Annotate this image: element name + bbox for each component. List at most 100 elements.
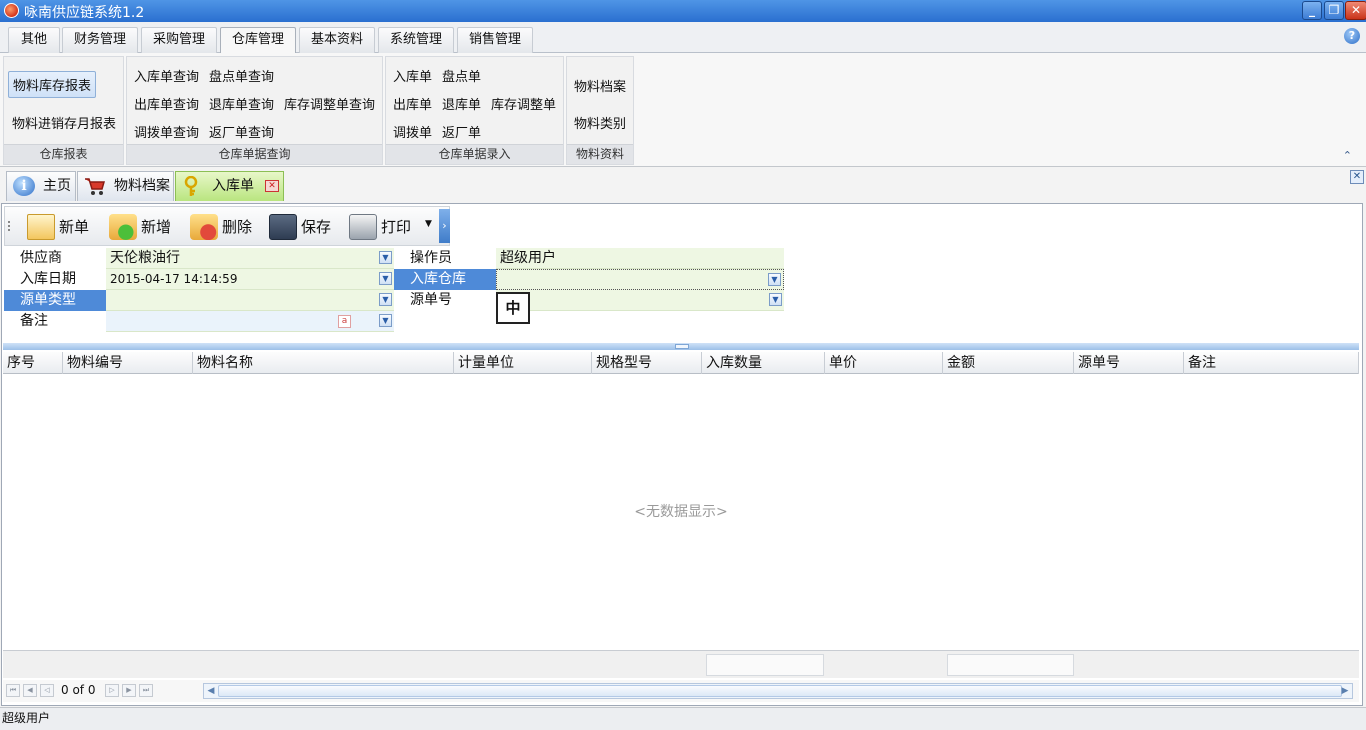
scroll-thumb[interactable] bbox=[218, 685, 1342, 697]
column-header[interactable]: 单价 bbox=[825, 352, 943, 374]
column-header[interactable]: 物料编号 bbox=[63, 352, 193, 374]
new-doc-button[interactable]: 新单 bbox=[27, 213, 89, 241]
group-caption: 仓库单据查询 bbox=[127, 144, 382, 164]
adjust-query-button[interactable]: 库存调整单查询 bbox=[284, 94, 375, 113]
restore-button[interactable]: ❐ bbox=[1324, 1, 1344, 20]
warehouse-field[interactable]: ▼ bbox=[496, 269, 784, 290]
column-header[interactable]: 源单号 bbox=[1074, 352, 1184, 374]
close-document-icon[interactable]: ✕ bbox=[1350, 170, 1364, 184]
inbound-query-button[interactable]: 入库单查询 bbox=[134, 66, 199, 85]
tab-warehouse[interactable]: 仓库管理 bbox=[220, 27, 296, 54]
column-header[interactable]: 物料名称 bbox=[193, 352, 454, 374]
stocktake-query-button[interactable]: 盘点单查询 bbox=[209, 66, 274, 85]
toolbar-overflow-icon[interactable]: › bbox=[439, 209, 450, 243]
material-category-button[interactable]: 物料类别 bbox=[574, 113, 626, 132]
supplier-label: 供应商 bbox=[4, 248, 106, 269]
tab-sales[interactable]: 销售管理 bbox=[457, 27, 533, 53]
add-row-button[interactable]: 新增 bbox=[109, 213, 171, 241]
empty-grid-text: <无数据显示> bbox=[634, 504, 728, 520]
doc-tab-material-file[interactable]: 物料档案 bbox=[77, 171, 174, 201]
doc-tab-label: 主页 bbox=[43, 178, 71, 194]
factory-return-query-button[interactable]: 返厂单查询 bbox=[209, 122, 274, 141]
source-type-field[interactable]: ▼ bbox=[106, 290, 394, 311]
new-document-icon bbox=[27, 214, 55, 240]
column-header[interactable]: 入库数量 bbox=[702, 352, 825, 374]
outbound-query-button[interactable]: 出库单查询 bbox=[134, 94, 199, 113]
source-no-label: 源单号 bbox=[394, 290, 496, 311]
next-page-icon[interactable]: ▶ bbox=[122, 684, 136, 697]
factory-return-entry-button[interactable]: 返厂单 bbox=[442, 122, 481, 141]
footer-summary-cell bbox=[947, 654, 1074, 676]
close-tab-icon[interactable]: ✕ bbox=[265, 180, 279, 192]
minimize-button[interactable]: _ bbox=[1302, 1, 1322, 20]
first-page-icon[interactable]: ⏮ bbox=[6, 684, 20, 697]
doc-tab-label: 物料档案 bbox=[114, 178, 170, 194]
column-header[interactable]: 金额 bbox=[943, 352, 1074, 374]
scroll-left-icon[interactable]: ◀ bbox=[205, 685, 217, 697]
tab-system[interactable]: 系统管理 bbox=[378, 27, 454, 53]
inbound-document-panel: 新单 新增 删除 保存 打印 ▼ › 供应商 天伦粮油行 ▼ 操作员 超级用户 … bbox=[1, 203, 1363, 706]
ribbon-panel: 物料库存报表 物料进销存月报表 仓库报表 入库单查询 盘点单查询 出库单查询 退… bbox=[0, 53, 1366, 167]
collapse-ribbon-icon[interactable]: ⌃ bbox=[1343, 149, 1352, 162]
grid-body[interactable]: <无数据显示> bbox=[3, 375, 1359, 650]
tab-other[interactable]: 其他 bbox=[8, 27, 60, 53]
close-button[interactable]: ✕ bbox=[1345, 1, 1366, 20]
prev-record-icon[interactable]: ◁ bbox=[40, 684, 54, 697]
prev-page-icon[interactable]: ◀ bbox=[23, 684, 37, 697]
column-header[interactable]: 序号 bbox=[3, 352, 63, 374]
chevron-down-icon[interactable]: ▼ bbox=[769, 293, 782, 306]
last-page-icon[interactable]: ⏭ bbox=[139, 684, 153, 697]
footer-summary-cell bbox=[706, 654, 824, 676]
help-icon[interactable]: ? bbox=[1344, 28, 1360, 44]
status-bar: 超级用户 bbox=[0, 707, 1366, 730]
inventory-report-button[interactable]: 物料库存报表 bbox=[8, 71, 97, 98]
new-doc-label: 新单 bbox=[59, 218, 90, 236]
tab-basic-data[interactable]: 基本资料 bbox=[299, 27, 375, 53]
transfer-query-button[interactable]: 调拨单查询 bbox=[134, 122, 199, 141]
chevron-down-icon[interactable]: ▼ bbox=[379, 314, 392, 327]
scroll-right-icon[interactable]: ▶ bbox=[1339, 685, 1351, 697]
doc-tab-inbound[interactable]: 入库单 ✕ bbox=[175, 171, 284, 201]
inbound-form: 供应商 天伦粮油行 ▼ 操作员 超级用户 入库日期 2015-04-17 14:… bbox=[4, 248, 784, 334]
splitter-handle[interactable] bbox=[675, 344, 689, 349]
date-field[interactable]: 2015-04-17 14:14:59 ▼ bbox=[106, 269, 394, 290]
tab-purchase[interactable]: 采购管理 bbox=[141, 27, 217, 53]
tab-finance[interactable]: 财务管理 bbox=[62, 27, 138, 53]
date-value: 2015-04-17 14:14:59 bbox=[110, 272, 238, 286]
warehouse-label: 入库仓库 bbox=[394, 269, 496, 290]
column-header[interactable]: 计量单位 bbox=[454, 352, 592, 374]
doc-tab-home[interactable]: i 主页 bbox=[6, 171, 76, 201]
remark-field[interactable]: a ▼ bbox=[106, 311, 394, 332]
supplier-field[interactable]: 天伦粮油行 ▼ bbox=[106, 248, 394, 269]
outbound-entry-button[interactable]: 出库单 bbox=[393, 94, 432, 113]
inbound-entry-button[interactable]: 入库单 bbox=[393, 66, 432, 85]
column-header[interactable]: 备注 bbox=[1184, 352, 1359, 374]
source-type-label: 源单类型 bbox=[4, 290, 106, 311]
stocktake-entry-button[interactable]: 盘点单 bbox=[442, 66, 481, 85]
delete-button[interactable]: 删除 bbox=[190, 213, 252, 241]
return-query-button[interactable]: 退库单查询 bbox=[209, 94, 274, 113]
material-file-button[interactable]: 物料档案 bbox=[574, 76, 626, 95]
monthly-report-button[interactable]: 物料进销存月报表 bbox=[12, 113, 116, 132]
toolbar-grip[interactable] bbox=[8, 221, 12, 231]
date-label: 入库日期 bbox=[4, 269, 106, 290]
print-button[interactable]: 打印 bbox=[349, 213, 411, 241]
chevron-down-icon[interactable]: ▼ bbox=[379, 251, 392, 264]
text-edit-icon[interactable]: a bbox=[338, 315, 351, 328]
operator-field: 超级用户 bbox=[496, 248, 784, 269]
return-entry-button[interactable]: 退库单 bbox=[442, 94, 481, 113]
source-no-field[interactable]: ▼ bbox=[496, 290, 784, 311]
current-user: 超级用户 bbox=[2, 711, 51, 725]
group-caption: 仓库单据录入 bbox=[386, 144, 563, 164]
splitter[interactable] bbox=[3, 343, 1359, 350]
next-record-icon[interactable]: ▷ bbox=[105, 684, 119, 697]
horizontal-scrollbar[interactable]: ◀ ▶ bbox=[203, 683, 1353, 699]
transfer-entry-button[interactable]: 调拨单 bbox=[393, 122, 432, 141]
adjust-entry-button[interactable]: 库存调整单 bbox=[491, 94, 556, 113]
chevron-down-icon[interactable]: ▼ bbox=[379, 293, 392, 306]
print-dropdown-icon[interactable]: ▼ bbox=[425, 219, 432, 229]
save-button[interactable]: 保存 bbox=[269, 213, 331, 241]
chevron-down-icon[interactable]: ▼ bbox=[768, 273, 781, 286]
column-header[interactable]: 规格型号 bbox=[592, 352, 702, 374]
chevron-down-icon[interactable]: ▼ bbox=[379, 272, 392, 285]
